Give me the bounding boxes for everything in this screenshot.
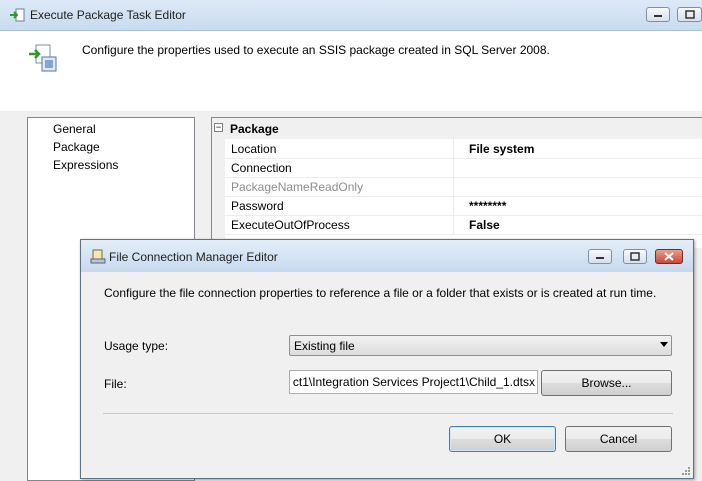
package-task-icon <box>10 8 25 22</box>
usage-type-label: Usage type: <box>104 339 169 353</box>
minimize-icon <box>654 15 662 17</box>
grid-divider <box>453 139 454 158</box>
file-connection-icon <box>90 249 106 264</box>
dialog-minimize-button[interactable] <box>588 249 612 264</box>
nav-item-expressions[interactable]: Expressions <box>53 158 118 172</box>
grid-row-location[interactable]: Location File system <box>225 139 702 159</box>
dialog-titlebar: File Connection Manager Editor <box>81 240 693 272</box>
grid-divider <box>453 177 454 196</box>
outer-titlebar: Execute Package Task Editor <box>0 0 702 31</box>
grid-row-connection[interactable]: Connection <box>225 158 702 178</box>
dialog-close-button[interactable] <box>655 249 683 264</box>
dialog-separator <box>103 413 673 414</box>
file-connection-manager-editor-dialog: File Connection Manager Editor Configure… <box>80 239 694 479</box>
restore-icon <box>685 10 695 19</box>
ok-button[interactable]: OK <box>449 426 556 452</box>
cancel-button[interactable]: Cancel <box>565 426 672 452</box>
property-name: PackageNameReadOnly <box>231 180 364 194</box>
minimize-icon <box>596 257 604 259</box>
maximize-icon <box>630 252 640 261</box>
file-path-input[interactable]: ct1\Integration Services Project1\Child_… <box>289 370 538 394</box>
browse-button[interactable]: Browse... <box>541 370 672 396</box>
grid-divider <box>453 158 454 177</box>
nav-item-package[interactable]: Package <box>53 140 100 154</box>
nav-item-general[interactable]: General <box>53 122 96 136</box>
grid-row-executeoutofprocess[interactable]: ExecuteOutOfProcess False <box>225 215 702 235</box>
property-name: Connection <box>231 161 292 175</box>
dialog-description: Configure the file connection properties… <box>104 286 657 300</box>
property-name: Password <box>231 199 284 213</box>
grid-divider <box>453 215 454 234</box>
property-name: Location <box>231 142 277 156</box>
grid-category-label: Package <box>230 122 279 136</box>
usage-type-value: Existing file <box>294 339 355 353</box>
outer-window-title: Execute Package Task Editor <box>30 8 186 22</box>
grid-row-packagenamereadonly[interactable]: PackageNameReadOnly <box>225 177 702 197</box>
outer-minimize-button[interactable] <box>646 7 670 22</box>
collapse-icon[interactable]: − <box>214 123 223 132</box>
file-label: File: <box>104 377 127 391</box>
chevron-down-icon[interactable] <box>660 342 668 347</box>
property-grid: − Package Location File system Connectio… <box>211 117 702 248</box>
file-path-value: ct1\Integration Services Project1\Child_… <box>292 375 535 389</box>
property-value: False <box>469 218 500 232</box>
grid-category-row[interactable]: − Package <box>212 118 702 139</box>
resize-grip-icon[interactable] <box>681 466 691 476</box>
property-value: File system <box>469 142 535 156</box>
header-area: Configure the properties used to execute… <box>0 31 702 111</box>
property-name: ExecuteOutOfProcess <box>231 218 350 232</box>
header-description: Configure the properties used to execute… <box>82 43 550 57</box>
dialog-title: File Connection Manager Editor <box>109 250 278 264</box>
usage-type-dropdown[interactable]: Existing file <box>289 335 672 356</box>
package-task-icon <box>29 44 57 72</box>
outer-restore-button[interactable] <box>677 7 702 22</box>
property-value: ******** <box>469 199 507 213</box>
close-icon <box>664 252 674 261</box>
dialog-body: Configure the file connection properties… <box>89 272 685 472</box>
grid-divider <box>453 196 454 215</box>
dialog-maximize-button[interactable] <box>623 249 647 264</box>
grid-row-password[interactable]: Password ******** <box>225 196 702 216</box>
